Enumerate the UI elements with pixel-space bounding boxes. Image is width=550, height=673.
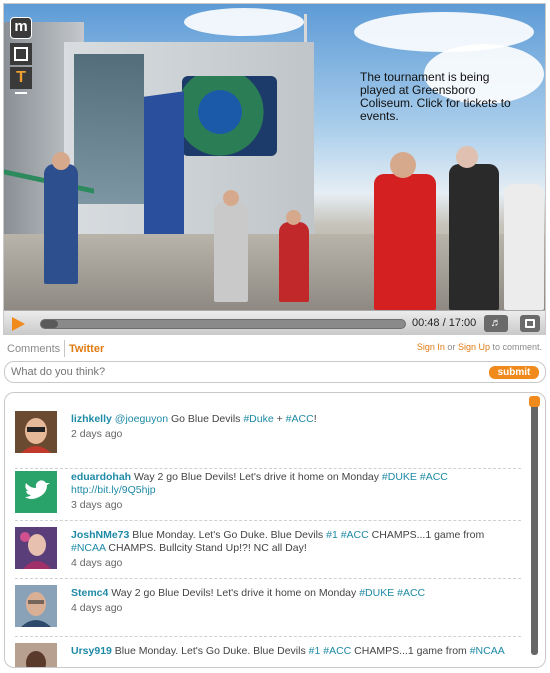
tab-twitter[interactable]: Twitter [69, 343, 104, 355]
tweet-body: @joeguyon Go Blue Devils #Duke + #ACC! [114, 413, 317, 425]
tweet-time: 2 days ago [71, 428, 123, 440]
tweet-body: Way 2 go Blue Devils! Let's drive it hom… [108, 587, 426, 599]
tweet-text: Ursy919 Blue Monday. Let's Go Duke. Blue… [71, 645, 521, 658]
list-item: Ursy919 Blue Monday. Let's Go Duke. Blue… [15, 643, 521, 667]
tweet-time: 3 days ago [71, 499, 123, 511]
text-tool-icon[interactable]: T [10, 67, 32, 89]
video-player[interactable]: m T The tournament is being played at Gr… [3, 3, 546, 335]
list-item: lizhkelly @joeguyon Go Blue Devils #Duke… [15, 411, 521, 469]
sign-in-link[interactable]: Sign In [417, 342, 445, 352]
video-controls: 00:48 / 17:00 ♬ [4, 310, 545, 334]
scrollbar-track[interactable] [531, 399, 538, 655]
list-item: JoshNMe73 Blue Monday. Let's Go Duke. Bl… [15, 527, 521, 579]
tweet-username[interactable]: Ursy919 [71, 645, 112, 657]
video-annotation-note[interactable]: The tournament is being played at Greens… [360, 71, 520, 123]
tournament-banner-image [182, 76, 277, 156]
list-item: eduardohah Way 2 go Blue Devils! Let's d… [15, 469, 521, 521]
avatar[interactable] [15, 585, 57, 627]
twitter-feed: lizhkelly @joeguyon Go Blue Devils #Duke… [4, 392, 546, 668]
logo-icon[interactable]: m [10, 17, 32, 39]
progress-fill [41, 320, 59, 328]
tweet-text: JoshNMe73 Blue Monday. Let's Go Duke. Bl… [71, 529, 521, 570]
video-frame[interactable]: m T The tournament is being played at Gr… [4, 4, 545, 310]
avatar[interactable] [15, 411, 57, 453]
fullscreen-icon[interactable] [520, 315, 540, 332]
tweet-username[interactable]: Stemc4 [71, 587, 108, 599]
box-tool-icon[interactable] [10, 43, 32, 65]
progress-track[interactable] [40, 319, 406, 329]
comment-box: submit [4, 361, 546, 383]
auth-prompt: Sign In or Sign Up to comment. [416, 342, 542, 352]
sign-up-link[interactable]: Sign Up [458, 342, 490, 352]
submit-button[interactable]: submit [489, 366, 539, 379]
tweet-text: eduardohah Way 2 go Blue Devils! Let's d… [71, 471, 521, 512]
avatar[interactable] [15, 527, 57, 569]
tweet-body: Blue Monday. Let's Go Duke. Blue Devils … [71, 529, 485, 554]
tweet-username[interactable]: JoshNMe73 [71, 529, 129, 541]
list-item: Stemc4 Way 2 go Blue Devils! Let's drive… [15, 585, 521, 637]
avatar[interactable] [15, 643, 57, 667]
tweet-body: Blue Monday. Let's Go Duke. Blue Devils … [111, 645, 505, 657]
time-display: 00:48 / 17:00 [412, 317, 477, 329]
twitter-bird-icon[interactable] [15, 471, 57, 513]
tab-divider [64, 340, 65, 357]
tweet-username[interactable]: lizhkelly [71, 413, 112, 425]
tweet-time: 4 days ago [71, 557, 123, 569]
tweet-time: 4 days ago [71, 602, 123, 614]
tweet-text: lizhkelly @joeguyon Go Blue Devils #Duke… [71, 413, 521, 441]
scrollbar-thumb[interactable] [529, 396, 540, 407]
volume-icon[interactable]: ♬ [484, 315, 508, 332]
play-icon[interactable] [12, 317, 25, 331]
collapse-tool-icon[interactable] [15, 92, 27, 94]
comment-input[interactable] [11, 365, 451, 379]
tweet-text: Stemc4 Way 2 go Blue Devils! Let's drive… [71, 587, 521, 615]
tweet-username[interactable]: eduardohah [71, 471, 131, 483]
tab-comments[interactable]: Comments [7, 343, 60, 355]
